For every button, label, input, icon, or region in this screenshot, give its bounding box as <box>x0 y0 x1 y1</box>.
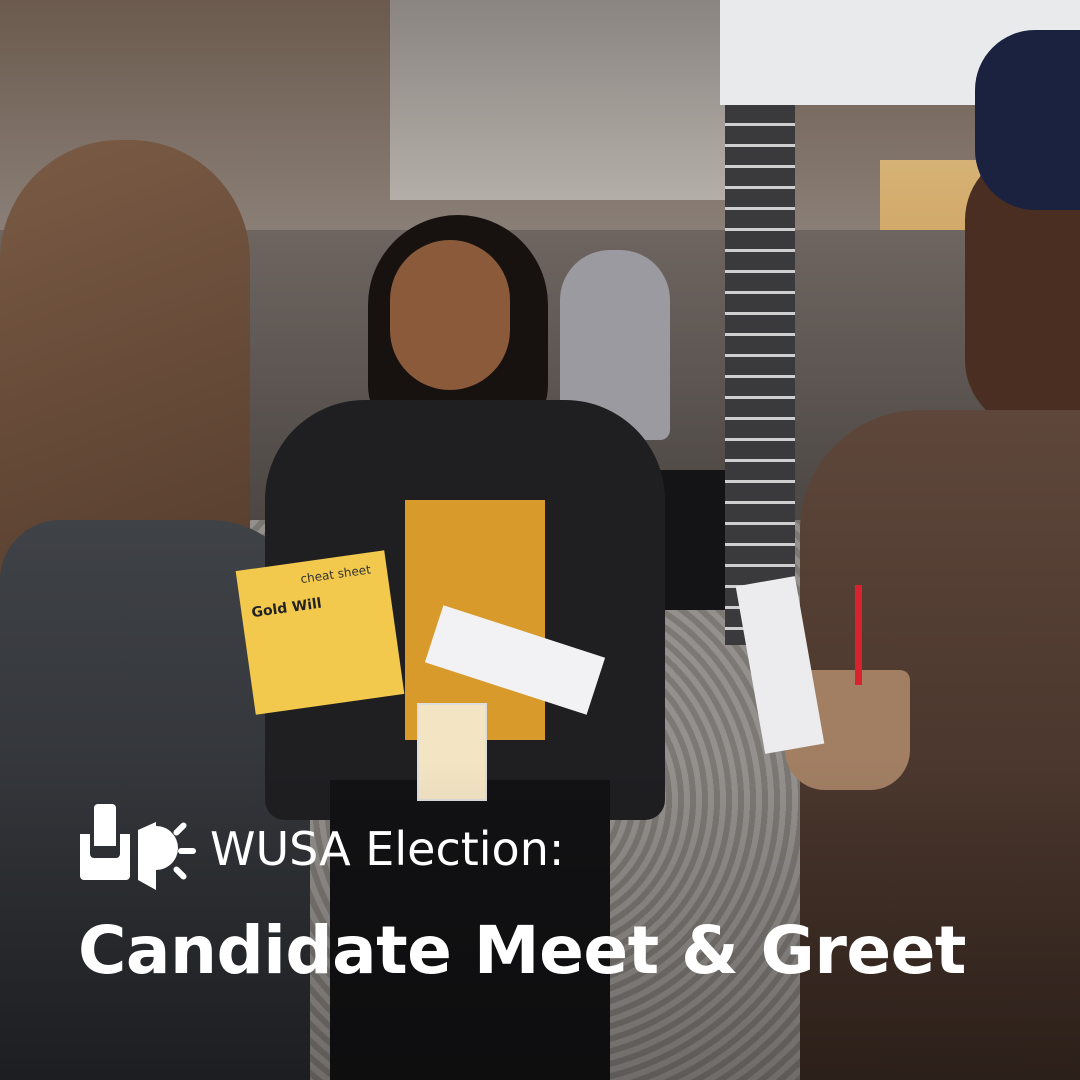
straw <box>855 585 862 685</box>
event-subtitle: WUSA Election: <box>210 822 565 876</box>
event-title: Candidate Meet & Greet <box>78 912 966 989</box>
flyer-heading: cheat sheet <box>299 562 372 587</box>
balcony <box>390 0 730 200</box>
right-person-headwrap <box>975 30 1080 210</box>
candidate-face <box>390 240 510 390</box>
flyer-text: Gold Will <box>250 595 323 622</box>
flyer: cheat sheet Gold Will <box>235 550 405 715</box>
ballot-box-megaphone-icon <box>80 804 196 890</box>
banner-column <box>725 105 795 645</box>
